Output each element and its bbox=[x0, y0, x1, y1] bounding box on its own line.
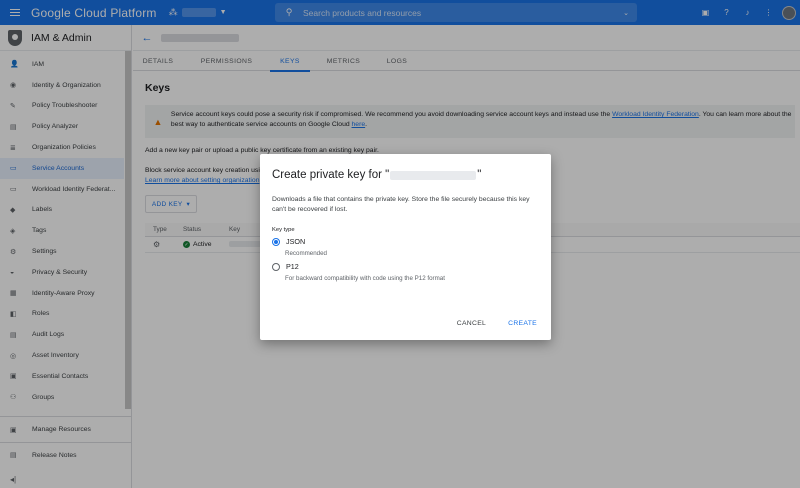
create-private-key-dialog: Create private key for " " Downloads a fi… bbox=[260, 154, 551, 340]
radio-json-label: JSON bbox=[286, 237, 306, 246]
cancel-button[interactable]: CANCEL bbox=[457, 320, 486, 327]
dialog-title-suffix: " bbox=[477, 169, 482, 181]
radio-json-button[interactable] bbox=[272, 237, 280, 246]
radio-p12-label: P12 bbox=[286, 262, 299, 271]
radio-p12[interactable]: P12 bbox=[272, 262, 299, 271]
create-button[interactable]: CREATE bbox=[508, 320, 537, 327]
radio-p12-button[interactable] bbox=[272, 262, 280, 271]
dialog-actions: CANCEL CREATE bbox=[457, 320, 537, 327]
redacted-account-name bbox=[390, 170, 477, 180]
radio-json[interactable]: JSON bbox=[272, 237, 305, 246]
radio-json-sub: Recommended bbox=[285, 250, 327, 257]
key-type-label: Key type bbox=[272, 227, 295, 233]
dialog-description: Downloads a file that contains the priva… bbox=[272, 196, 530, 213]
dialog-title-prefix: Create private key for " bbox=[272, 169, 390, 181]
radio-p12-sub: For backward compatibility with code usi… bbox=[285, 275, 445, 282]
dialog-title: Create private key for " " bbox=[272, 169, 481, 181]
